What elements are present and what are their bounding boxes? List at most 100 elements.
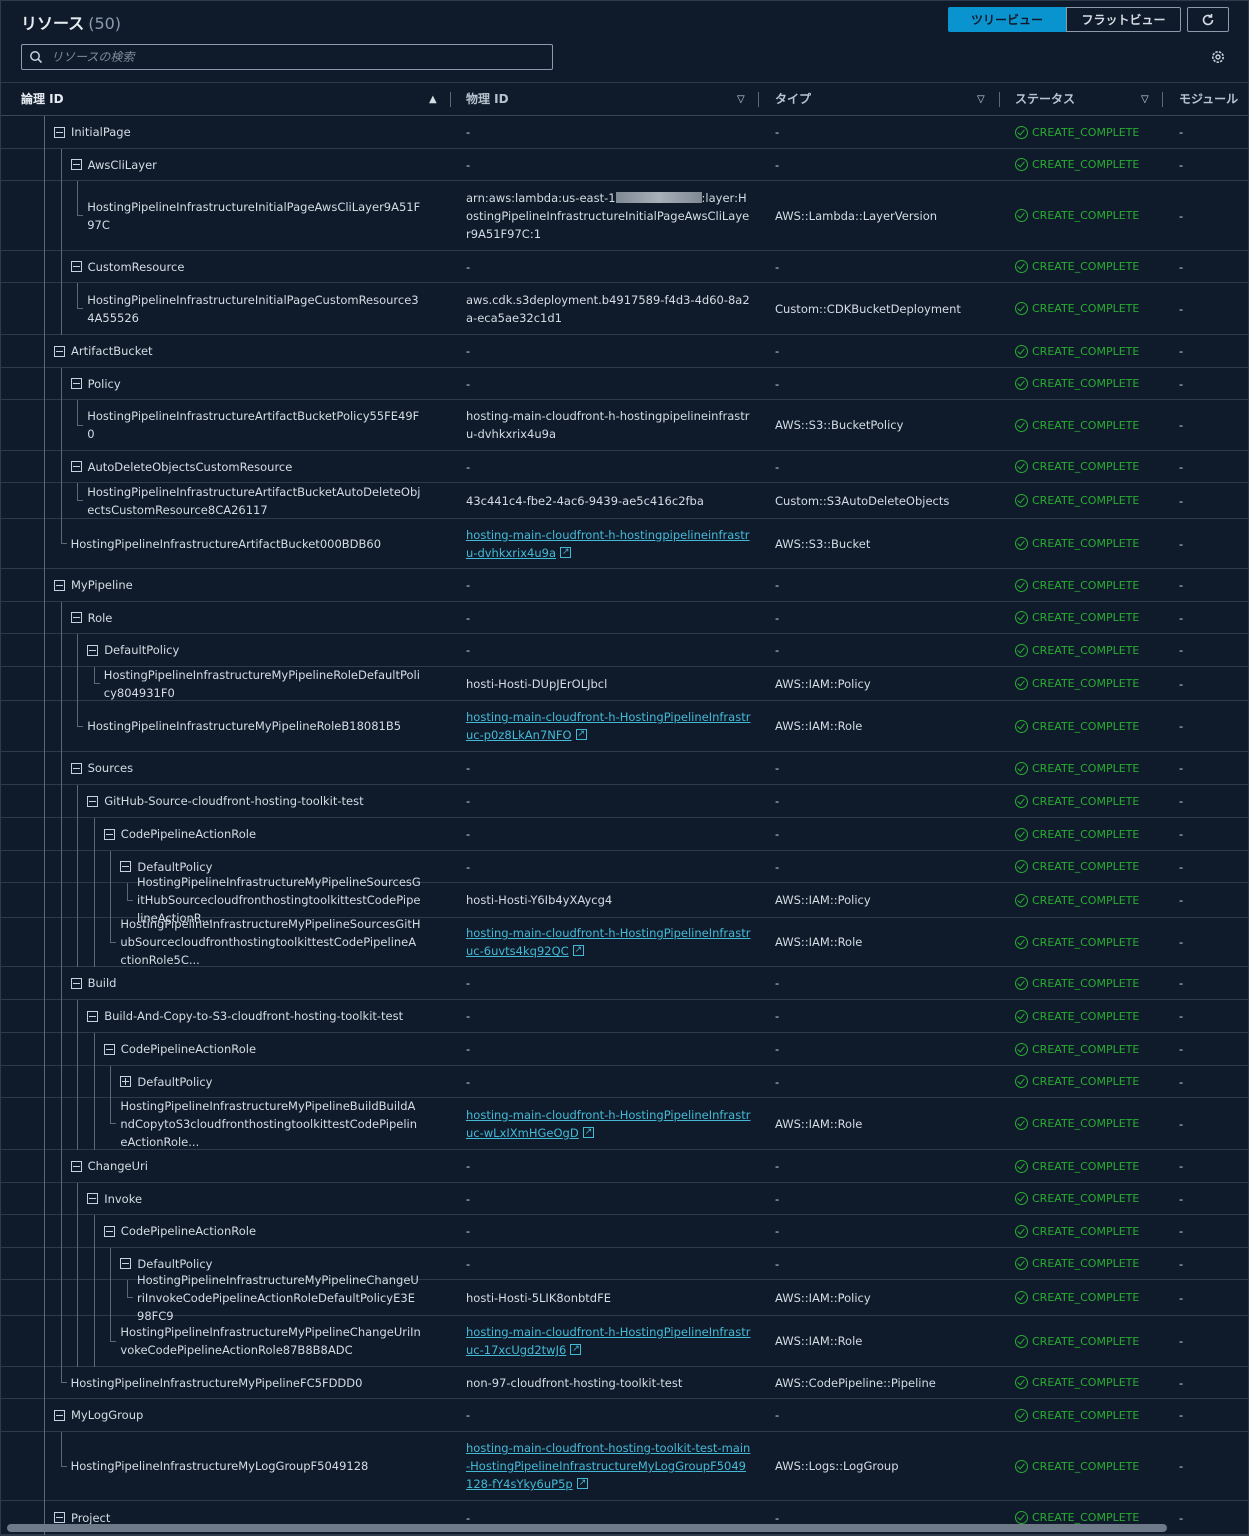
table-row[interactable]: HostingPipelineInfrastructureInitialPage… [1,283,1248,335]
column-physical-id[interactable]: 物理 ID ▽ [451,83,759,116]
physical-id-cell[interactable]: hosting-main-cloudfront-h-HostingPipelin… [466,1098,751,1149]
collapse-box-icon[interactable] [87,1193,99,1204]
physical-id-text: - [466,376,471,391]
table-row[interactable]: MyPipeline - - CREATE_COMPLETE - [1,569,1248,602]
physical-id-cell[interactable]: hosting-main-cloudfront-h-HostingPipelin… [466,701,751,751]
expand-box-icon[interactable] [120,1076,132,1087]
table-row[interactable]: CodePipelineActionRole - - CREATE_COMPLETE - [1,818,1248,851]
collapse-box-icon[interactable] [70,159,82,170]
collapse-box-icon[interactable] [70,378,82,389]
table-row[interactable]: HostingPipelineInfrastructureArtifactBuc… [1,400,1248,451]
collapse-box-icon[interactable] [103,1225,115,1237]
table-row[interactable]: HostingPipelineInfrastructureArtifactBuc… [1,483,1248,519]
physical-id-link[interactable]: hosting-main-cloudfront-hosting-toolkit-… [466,1441,750,1491]
collapse-box-icon[interactable] [120,861,132,872]
collapse-box-icon[interactable] [70,461,82,472]
table-row[interactable]: Role - - CREATE_COMPLETE - [1,602,1248,634]
collapse-box-icon[interactable] [87,1010,99,1022]
table-row[interactable]: Policy - - CREATE_COMPLETE - [1,368,1248,400]
collapse-box-icon[interactable] [87,644,99,656]
collapse-box-icon[interactable] [54,1409,65,1421]
table-row[interactable]: Build-And-Copy-to-S3-cloudfront-hosting-… [1,1000,1248,1033]
table-row[interactable]: HostingPipelineInfrastructureMyPipelineR… [1,701,1248,752]
type-cell: - [775,1248,1005,1279]
physical-id-link[interactable]: hosting-main-cloudfront-h-HostingPipelin… [466,1108,750,1140]
physical-id-cell[interactable]: hosting-main-cloudfront-h-HostingPipelin… [466,918,751,966]
search-field[interactable] [21,44,553,70]
column-type[interactable]: タイプ ▽ [759,83,1000,116]
tree-guide-line [60,883,62,918]
table-row[interactable]: Sources - - CREATE_COMPLETE - [1,752,1248,785]
table-row[interactable]: AwsCliLayer - - CREATE_COMPLETE - [1,149,1248,181]
physical-id-cell: - [466,851,751,882]
collapse-box-icon[interactable] [54,126,65,138]
search-input[interactable] [49,49,533,65]
column-module[interactable]: モジュール [1163,83,1248,116]
collapse-box-icon[interactable] [103,1043,115,1055]
physical-id-link[interactable]: hosting-main-cloudfront-h-HostingPipelin… [466,710,750,742]
collapse-box-icon[interactable] [54,579,65,591]
external-link-icon[interactable] [575,725,587,743]
physical-id-link[interactable]: hosting-main-cloudfront-h-HostingPipelin… [466,1325,750,1357]
table-row[interactable]: DefaultPolicy - - CREATE_COMPLETE - [1,1066,1248,1098]
physical-id-cell[interactable]: hosting-main-cloudfront-h-hostingpipelin… [466,519,751,568]
collapse-box-icon[interactable] [54,1512,65,1523]
settings-button[interactable] [1208,47,1228,67]
external-link-icon[interactable] [572,941,584,959]
flat-view-button[interactable]: フラットビュー [1066,7,1181,32]
table-row[interactable]: ChangeUri - - CREATE_COMPLETE - [1,1150,1248,1183]
table-row[interactable]: DefaultPolicy - - CREATE_COMPLETE - [1,634,1248,667]
table-row[interactable]: Build - - CREATE_COMPLETE - [1,967,1248,1000]
column-status[interactable]: ステータス ▽ [999,83,1163,116]
collapse-box-icon[interactable] [70,762,82,774]
collapse-box-icon[interactable] [70,612,82,623]
table-row[interactable]: CodePipelineActionRole - - CREATE_COMPLETE - [1,1033,1248,1066]
external-link-icon[interactable] [570,1340,582,1358]
table-row[interactable]: GitHub-Source-cloudfront-hosting-toolkit… [1,785,1248,818]
collapse-box-icon[interactable] [70,977,82,989]
collapse-box-icon[interactable] [54,345,65,357]
table-row[interactable]: HostingPipelineInfrastructureMyPipelineF… [1,1367,1248,1399]
table-row[interactable]: CustomResource - - CREATE_COMPLETE - [1,251,1248,283]
tree-guide-line [44,1248,45,1280]
physical-id-cell[interactable]: hosting-main-cloudfront-hosting-toolkit-… [466,1432,751,1500]
table-row[interactable]: HostingPipelineInfrastructureMyPipelineS… [1,917,1248,967]
tree-connector [77,215,84,216]
column-logical-id[interactable]: 論理 ID ▲ [1,83,451,116]
table-row[interactable]: InitialPage - - CREATE_COMPLETE - [1,116,1248,149]
external-link-icon[interactable] [576,1474,588,1492]
table-row[interactable]: CodePipelineActionRole - - CREATE_COMPLETE - [1,1215,1248,1248]
external-link-icon[interactable] [560,543,571,561]
physical-id-link[interactable]: hosting-main-cloudfront-h-HostingPipelin… [466,926,750,958]
collapse-box-icon[interactable] [120,1258,132,1269]
table-row[interactable]: Invoke - - CREATE_COMPLETE - [1,1183,1248,1215]
table-row[interactable]: ArtifactBucket - - CREATE_COMPLETE - [1,335,1248,368]
tree-view-button[interactable]: ツリービュー [948,7,1066,32]
collapse-box-icon[interactable] [70,1160,82,1172]
table-row[interactable]: HostingPipelineInfrastructureMyPipelineC… [1,1316,1248,1367]
external-link-icon[interactable] [582,1123,594,1141]
module-cell: - [1179,643,1184,657]
table-row[interactable]: HostingPipelineInfrastructureInitialPage… [1,181,1248,251]
collapse-box-icon[interactable] [87,795,99,807]
table-row[interactable]: HostingPipelineInfrastructureMyPipelineS… [1,875,1248,925]
physical-id-cell[interactable]: hosting-main-cloudfront-h-HostingPipelin… [466,1316,751,1366]
table-row[interactable]: HostingPipelineInfrastructureMyPipelineC… [1,1273,1248,1323]
table-row[interactable]: AutoDeleteObjectsCustomResource - - CREATE_… [1,451,1248,483]
table-row[interactable]: HostingPipelineInfrastructureArtifactBuc… [1,519,1248,569]
physical-id-link[interactable]: hosting-main-cloudfront-h-hostingpipelin… [466,528,750,560]
tree-guide-line [60,1316,62,1367]
type-text: - [775,1042,780,1056]
check-circle-icon [1015,1192,1028,1205]
horizontal-scrollbar[interactable] [7,1524,1167,1532]
check-circle-icon [1015,537,1028,550]
collapse-box-icon[interactable] [103,828,115,840]
status-cell: CREATE_COMPLETE [1015,1066,1165,1097]
table-row[interactable]: HostingPipelineInfrastructureMyLogGroupF… [1,1432,1248,1501]
status-cell: CREATE_COMPLETE [1015,785,1165,817]
collapse-box-icon[interactable] [70,261,82,272]
table-row[interactable]: HostingPipelineInfrastructureMyPipelineB… [1,1098,1248,1150]
table-row[interactable]: MyLogGroup - - CREATE_COMPLETE - [1,1399,1248,1432]
refresh-button[interactable] [1187,7,1229,32]
table-row[interactable]: HostingPipelineInfrastructureMyPipelineR… [1,667,1248,701]
